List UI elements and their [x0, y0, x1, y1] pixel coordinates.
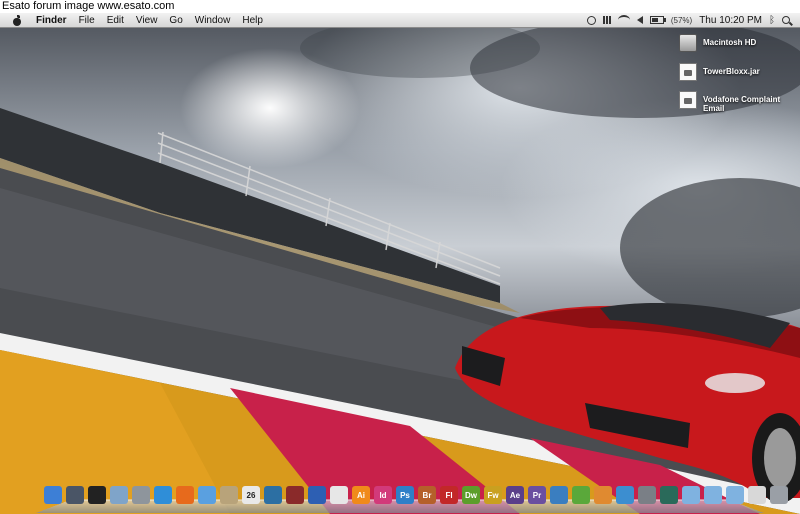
spotlight-icon[interactable] — [782, 16, 790, 24]
dock-system-utility-icon[interactable] — [132, 486, 150, 504]
dock-system-preferences-icon[interactable] — [638, 486, 656, 504]
wifi-icon[interactable] — [617, 15, 630, 25]
desktop-icon-label: Vodafone Complaint Email — [703, 95, 781, 113]
dock-premiere-icon[interactable]: Pr — [528, 486, 546, 504]
desktop-icon-macintosh-hd[interactable]: Macintosh HD — [679, 34, 788, 52]
menu-help[interactable]: Help — [236, 13, 269, 28]
dock-app-blue-2-icon[interactable] — [616, 486, 634, 504]
dock-app-orange-icon[interactable] — [594, 486, 612, 504]
dock-documents-folder-icon[interactable] — [704, 486, 722, 504]
dock-applications-folder-icon[interactable] — [682, 486, 700, 504]
dock-iphoto-icon[interactable] — [264, 486, 282, 504]
dock-preview-icon[interactable] — [110, 486, 128, 504]
desktop-icon-label: TowerBloxx.jar — [703, 67, 760, 76]
dock-dashboard-widgets-icon[interactable] — [66, 486, 84, 504]
dock-dreamweaver-icon[interactable]: Dw — [462, 486, 480, 504]
dock-photoshop-icon[interactable]: Ps — [396, 486, 414, 504]
menu-go[interactable]: Go — [163, 13, 188, 28]
apple-menu-icon[interactable] — [12, 14, 22, 26]
dock-app-green-icon[interactable] — [572, 486, 590, 504]
volume-icon[interactable] — [636, 16, 643, 24]
menu-bar: Finder File Edit View Go Window Help (57… — [0, 13, 800, 28]
menu-window[interactable]: Window — [189, 13, 237, 28]
menu-edit[interactable]: Edit — [101, 13, 130, 28]
forum-banner: Esato forum image www.esato.com — [0, 0, 800, 13]
hard-drive-icon — [679, 34, 697, 52]
battery-icon[interactable] — [649, 16, 666, 24]
dock-indesign-icon[interactable]: Id — [374, 486, 392, 504]
dock-icons: 26 Ai Id Ps Br Fl Dw Fw Ae Pr — [44, 486, 788, 504]
dock-after-effects-icon[interactable]: Ae — [506, 486, 524, 504]
desktop-icon-vodafone-email[interactable]: Vodafone Complaint Email — [679, 91, 788, 113]
dock-illustrator-icon[interactable]: Ai — [352, 486, 370, 504]
desktop-icon-towerbloxx[interactable]: TowerBloxx.jar — [679, 63, 788, 81]
dock-acrobat-icon[interactable] — [330, 486, 348, 504]
menu-file[interactable]: File — [73, 13, 101, 28]
spaces-icon[interactable] — [602, 16, 611, 24]
dock-fireworks-icon[interactable]: Fw — [484, 486, 502, 504]
dock-safari-icon[interactable] — [154, 486, 172, 504]
menu-extras: (57%) Thu 10:20 PM ᛒ — [586, 15, 800, 26]
dock-ical-icon[interactable]: 26 — [242, 486, 260, 504]
dock-photo-booth-icon[interactable] — [286, 486, 304, 504]
dock-downloads-folder-icon[interactable] — [726, 486, 744, 504]
dock: 26 Ai Id Ps Br Fl Dw Fw Ae Pr — [36, 486, 788, 513]
time-machine-icon[interactable] — [586, 15, 596, 25]
menu-view[interactable]: View — [130, 13, 164, 28]
dock-bridge-icon[interactable]: Br — [418, 486, 436, 504]
jar-file-icon — [679, 63, 697, 81]
desktop-icon-label: Macintosh HD — [703, 38, 757, 47]
dock-flash-icon[interactable]: Fl — [440, 486, 458, 504]
dock-trash-icon[interactable] — [770, 486, 788, 504]
dock-app-blue-icon[interactable] — [550, 486, 568, 504]
dock-photo-app-icon[interactable] — [220, 486, 238, 504]
dock-bluetooth-file-exchange-icon[interactable] — [308, 486, 326, 504]
menu-finder[interactable]: Finder — [28, 13, 73, 28]
dock-finder-icon[interactable] — [44, 486, 62, 504]
dock-mail-document-icon[interactable] — [748, 486, 766, 504]
menu-clock[interactable]: Thu 10:20 PM — [699, 15, 762, 26]
email-document-icon — [679, 91, 697, 109]
dock-itunes-icon[interactable] — [198, 486, 216, 504]
dock-dashboard-icon[interactable] — [88, 486, 106, 504]
dock-time-machine-icon[interactable] — [660, 486, 678, 504]
dock-firefox-icon[interactable] — [176, 486, 194, 504]
battery-percent: (57%) — [670, 15, 693, 25]
bluetooth-icon[interactable]: ᛒ — [769, 15, 775, 26]
